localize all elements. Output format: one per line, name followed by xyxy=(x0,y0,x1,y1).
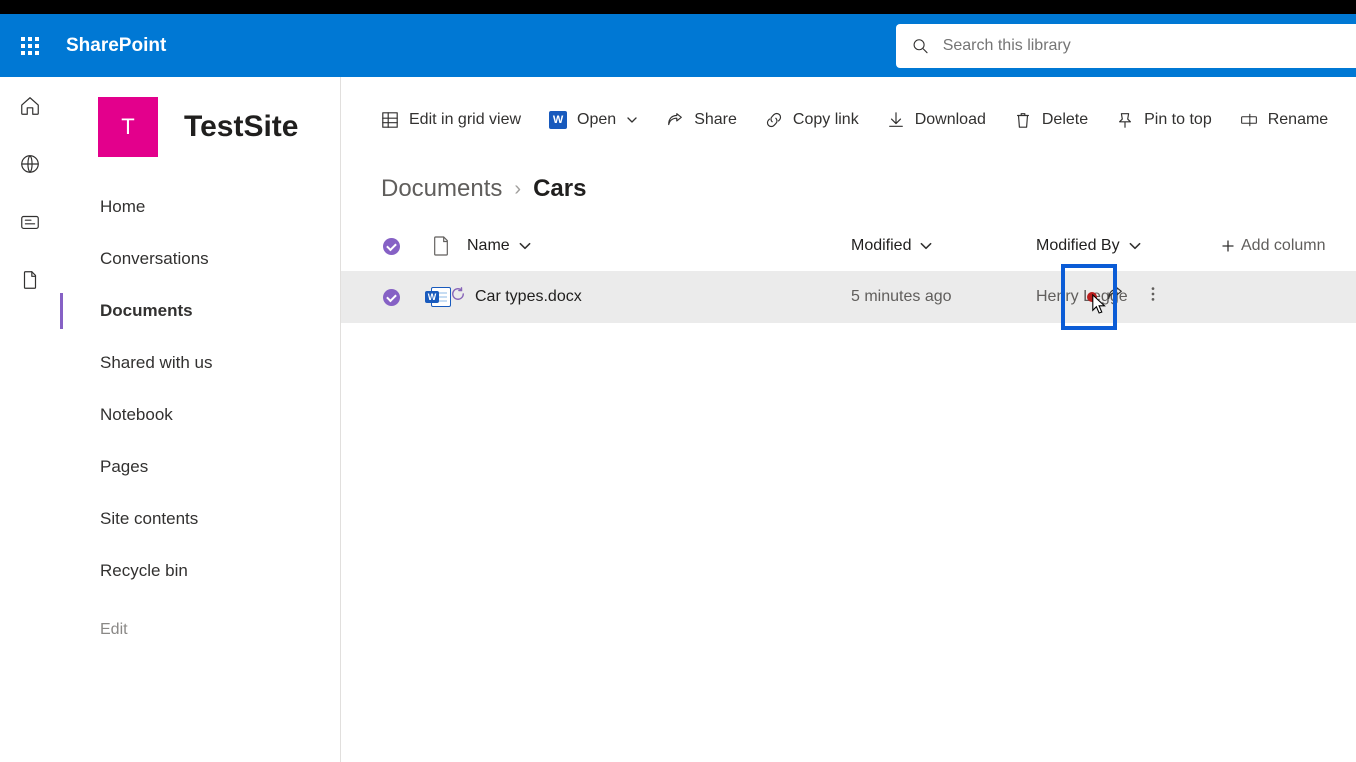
col-modified[interactable]: Modified xyxy=(851,237,1036,255)
cmd-copy-link[interactable]: Copy link xyxy=(765,111,859,129)
nav-notebook[interactable]: Notebook xyxy=(60,389,340,441)
col-modified-by[interactable]: Modified By xyxy=(1036,237,1221,255)
news-icon[interactable] xyxy=(19,211,41,233)
cmd-copy-link-label: Copy link xyxy=(793,111,859,129)
col-name-label: Name xyxy=(467,237,510,255)
select-all[interactable] xyxy=(361,238,421,255)
row-select[interactable] xyxy=(361,289,421,306)
word-file-icon xyxy=(431,287,451,307)
list-header: Name Modified Modified By Add column xyxy=(341,209,1356,271)
cmd-edit-grid-label: Edit in grid view xyxy=(409,111,521,129)
download-icon xyxy=(887,111,905,129)
home-icon[interactable] xyxy=(19,95,41,117)
command-bar: Edit in grid view W Open Share Copy link… xyxy=(341,93,1356,147)
chevron-down-icon xyxy=(518,239,532,253)
cmd-download-label: Download xyxy=(915,111,986,129)
col-name[interactable]: Name xyxy=(461,237,851,255)
breadcrumb-root[interactable]: Documents xyxy=(381,175,502,203)
site-title[interactable]: TestSite xyxy=(184,110,298,144)
cmd-open[interactable]: W Open xyxy=(549,111,638,129)
site-header: T TestSite xyxy=(60,77,340,177)
file-row[interactable]: Car types.docx 5 minutes ago Henry Legge xyxy=(341,271,1356,323)
grid-icon xyxy=(381,111,399,129)
app-launcher-icon[interactable] xyxy=(6,22,54,70)
site-logo[interactable]: T xyxy=(98,97,158,157)
add-column-label: Add column xyxy=(1241,237,1326,255)
chevron-down-icon xyxy=(919,239,933,253)
rename-icon xyxy=(1240,111,1258,129)
nav-home[interactable]: Home xyxy=(60,181,340,233)
nav-shared-with-us[interactable]: Shared with us xyxy=(60,337,340,389)
search-icon xyxy=(912,37,929,55)
cmd-share-label: Share xyxy=(694,111,737,129)
cmd-edit-grid[interactable]: Edit in grid view xyxy=(381,111,521,129)
search-input[interactable] xyxy=(943,37,1340,55)
nav-edit[interactable]: Edit xyxy=(60,605,340,655)
cmd-share[interactable]: Share xyxy=(666,111,737,129)
chevron-down-icon xyxy=(1128,239,1142,253)
cmd-pin[interactable]: Pin to top xyxy=(1116,111,1212,129)
plus-icon xyxy=(1221,239,1235,253)
breadcrumb: Documents › Cars xyxy=(341,153,1356,209)
check-circle-icon xyxy=(383,289,400,306)
app-rail xyxy=(0,77,60,762)
nav-documents[interactable]: Documents xyxy=(60,285,340,337)
add-column[interactable]: Add column xyxy=(1221,237,1326,255)
tutorial-highlight xyxy=(1061,264,1117,330)
col-type-icon[interactable] xyxy=(421,235,461,257)
word-icon: W xyxy=(549,111,567,129)
file-name: Car types.docx xyxy=(475,288,582,306)
file-modified: 5 minutes ago xyxy=(851,288,1036,306)
main-content: Edit in grid view W Open Share Copy link… xyxy=(341,77,1356,762)
browser-address-bar xyxy=(0,0,1356,14)
col-modified-by-label: Modified By xyxy=(1036,237,1120,255)
file-name-cell[interactable]: Car types.docx xyxy=(461,288,851,306)
nav-recycle-bin[interactable]: Recycle bin xyxy=(60,545,340,597)
nav-site-contents[interactable]: Site contents xyxy=(60,493,340,545)
cmd-delete-label: Delete xyxy=(1042,111,1088,129)
check-circle-icon xyxy=(383,238,400,255)
chevron-right-icon: › xyxy=(514,178,521,201)
cmd-delete[interactable]: Delete xyxy=(1014,111,1088,129)
suite-bar: SharePoint xyxy=(0,14,1356,77)
more-icon[interactable] xyxy=(1144,285,1162,303)
cmd-rename[interactable]: Rename xyxy=(1240,111,1328,129)
cmd-download[interactable]: Download xyxy=(887,111,986,129)
files-icon[interactable] xyxy=(19,269,41,291)
cmd-rename-label: Rename xyxy=(1268,111,1328,129)
trash-icon xyxy=(1014,111,1032,129)
breadcrumb-leaf: Cars xyxy=(533,175,586,203)
cmd-pin-label: Pin to top xyxy=(1144,111,1212,129)
sync-icon xyxy=(451,287,465,301)
brand-label[interactable]: SharePoint xyxy=(66,35,166,57)
pin-icon xyxy=(1116,111,1134,129)
col-modified-label: Modified xyxy=(851,237,911,255)
left-panel: T TestSite Home Conversations Documents … xyxy=(60,77,341,762)
globe-icon[interactable] xyxy=(19,153,41,175)
record-dot-icon xyxy=(1087,292,1097,302)
nav-pages[interactable]: Pages xyxy=(60,441,340,493)
site-nav: Home Conversations Documents Shared with… xyxy=(60,177,340,655)
search-box[interactable] xyxy=(896,24,1356,68)
share-icon xyxy=(666,111,684,129)
chevron-down-icon xyxy=(626,114,638,126)
link-icon xyxy=(765,111,783,129)
cmd-open-label: Open xyxy=(577,111,616,129)
nav-conversations[interactable]: Conversations xyxy=(60,233,340,285)
